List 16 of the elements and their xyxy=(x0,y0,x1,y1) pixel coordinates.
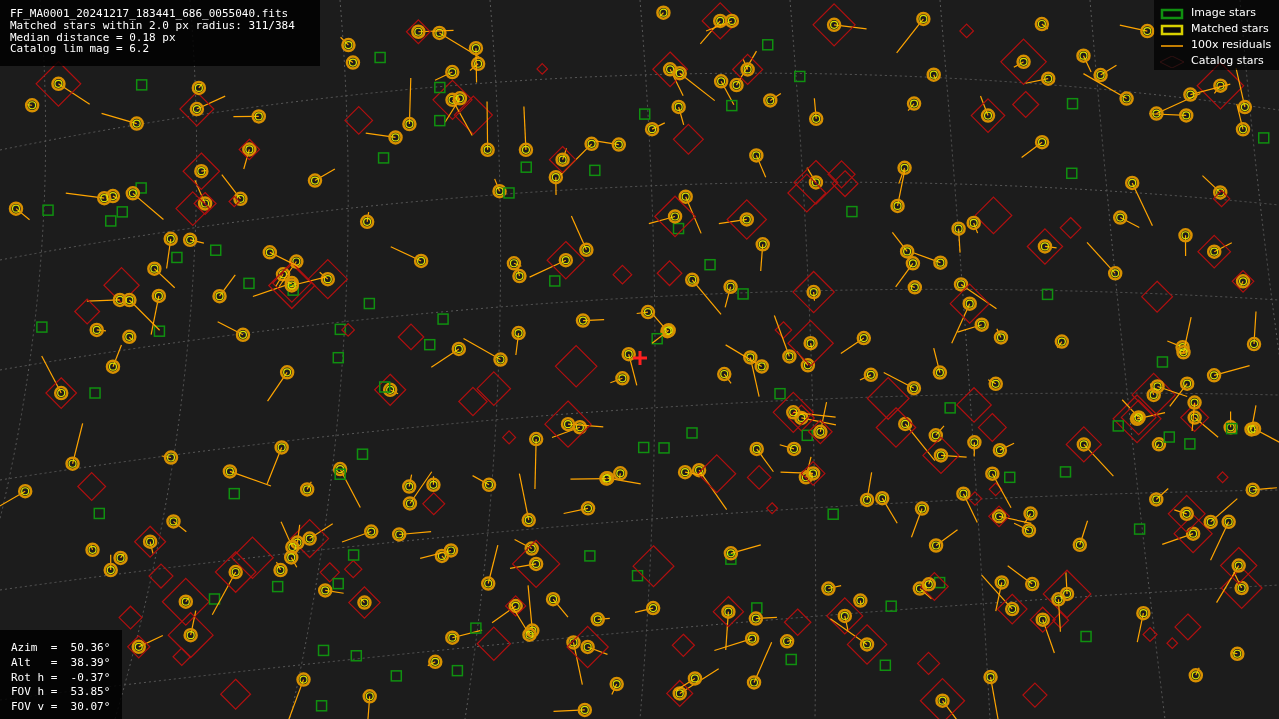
pointing-text: Alt = 38.39° xyxy=(11,655,112,671)
info-text: Catalog lim mag = 6.2 xyxy=(10,43,151,56)
legend-label: Catalog stars xyxy=(1191,53,1264,70)
rectangle-icon xyxy=(1160,7,1184,20)
info-text: Median distance = 0.18 px xyxy=(10,31,176,44)
pointing-text: Rot h = -0.37° xyxy=(11,670,112,686)
info-text: Matched stars within 2.0 px radius: 311/384 xyxy=(10,19,296,32)
info-text: FF_MA0001_20241217_183441_686_0055040.fits xyxy=(10,8,290,20)
diamond-icon xyxy=(1160,55,1184,68)
pointing-text: FOV v = 30.07° xyxy=(11,700,112,715)
legend-label: 100x residuals xyxy=(1191,37,1272,54)
legend-label: Image stars xyxy=(1191,5,1256,22)
pointing-text: FOV h = 53.85° xyxy=(11,685,112,701)
rectangle-icon xyxy=(1160,23,1184,36)
legend-label: Matched stars xyxy=(1191,21,1269,38)
pointing-text: Azim = 50.36° xyxy=(11,641,112,656)
